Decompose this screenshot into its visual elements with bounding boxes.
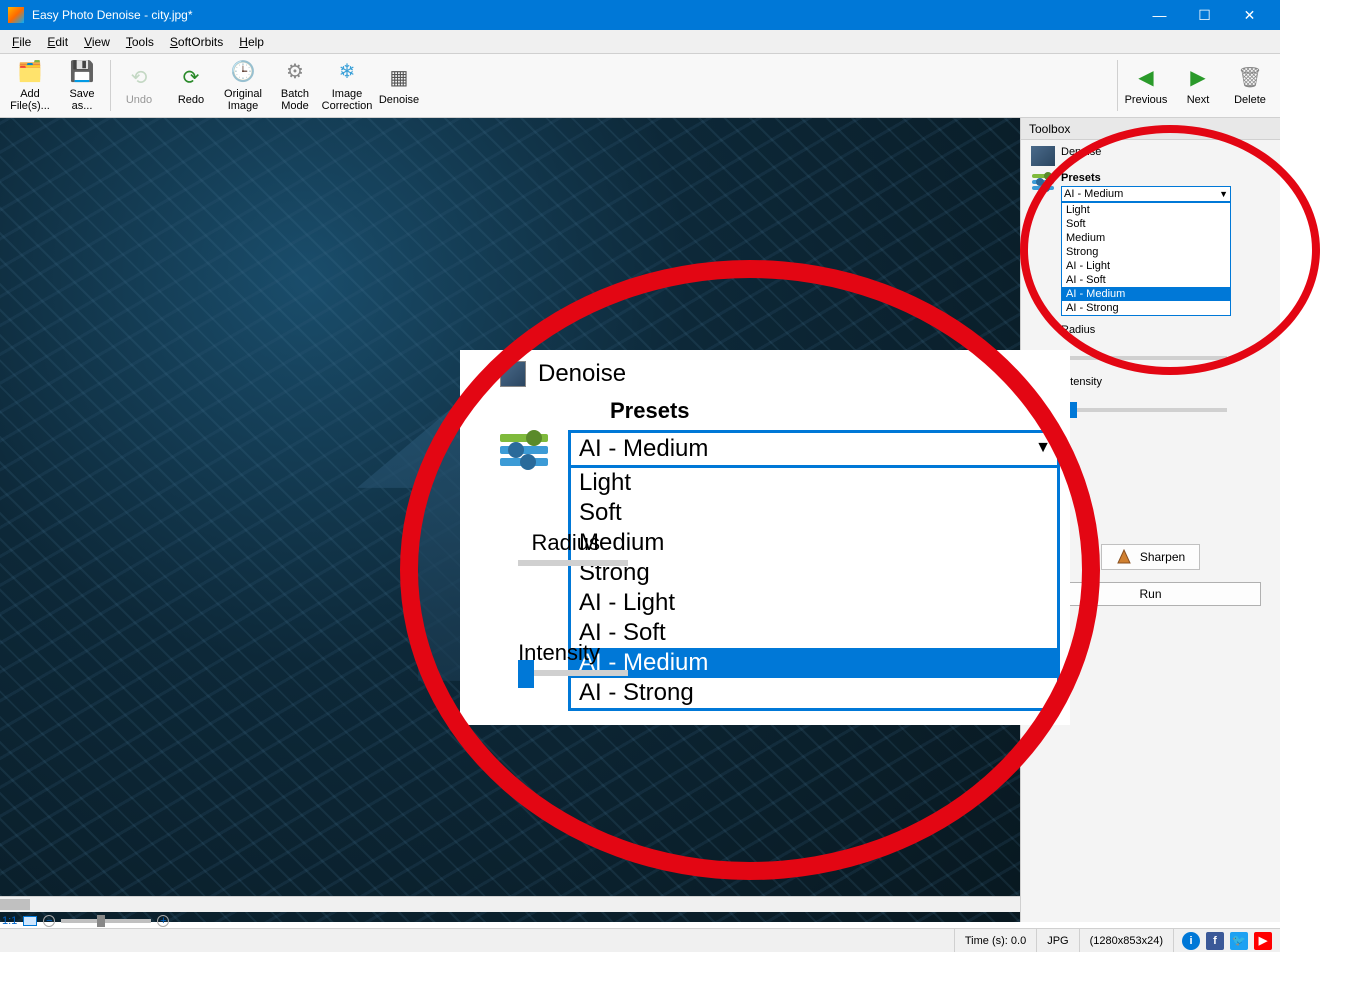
previous-button[interactable]: ◀Previous — [1120, 56, 1172, 115]
sharpen-button[interactable]: Sharpen — [1101, 544, 1200, 570]
next-icon: ▶ — [1184, 64, 1212, 92]
next-button[interactable]: ▶Next — [1172, 56, 1224, 115]
presets-select[interactable]: AI - Medium ▼ — [568, 430, 1060, 468]
sharpen-icon — [1116, 549, 1132, 565]
presets-label: Presets — [1061, 172, 1231, 184]
presets-icon — [500, 430, 550, 470]
preset-option[interactable]: Strong — [1062, 245, 1230, 259]
preset-option[interactable]: Light — [571, 468, 1057, 498]
chevron-down-icon: ▼ — [1219, 189, 1228, 199]
radius-slider[interactable] — [1067, 356, 1227, 360]
save-as-button[interactable]: 💾Save as... — [56, 56, 108, 115]
zoom-bar: 1:1 − + — [2, 914, 169, 928]
batch-icon: ⚙ — [281, 59, 309, 86]
presets-dropdown[interactable]: Light Soft Medium Strong AI - Light AI -… — [568, 468, 1060, 711]
twitter-icon[interactable]: 🐦 — [1230, 932, 1248, 950]
maximize-button[interactable]: ☐ — [1182, 0, 1227, 30]
info-icon[interactable]: i — [1182, 932, 1200, 950]
radius-label: Radius — [500, 530, 600, 556]
preset-option[interactable]: AI - Light — [1062, 259, 1230, 273]
menu-view[interactable]: View — [76, 33, 118, 51]
zoom-in-button[interactable]: + — [157, 915, 169, 927]
preset-option[interactable]: Soft — [571, 498, 1057, 528]
denoise-button[interactable]: ▦Denoise — [373, 56, 425, 115]
social-links: i f 🐦 ▶ — [1173, 929, 1280, 952]
radius-slider[interactable] — [518, 560, 628, 566]
zoom-out-button[interactable]: − — [43, 915, 55, 927]
previous-icon: ◀ — [1132, 64, 1160, 92]
zoom-ratio[interactable]: 1:1 — [2, 915, 17, 927]
menu-bar: File Edit View Tools SoftOrbits Help — [0, 30, 1280, 54]
menu-softorbits[interactable]: SoftOrbits — [162, 33, 231, 51]
original-image-button[interactable]: 🕒Original Image — [217, 56, 269, 115]
toolbar-separator — [1117, 60, 1118, 111]
denoise-section-label: Denoise — [538, 360, 626, 388]
close-button[interactable]: ✕ — [1227, 0, 1272, 30]
image-correction-button[interactable]: ❄Image Correction — [321, 56, 373, 115]
denoise-section-icon — [1031, 146, 1055, 166]
preset-option-selected[interactable]: AI - Medium — [1062, 287, 1230, 301]
preset-option-selected[interactable]: AI - Medium — [571, 648, 1057, 678]
intensity-label: Intensity — [500, 640, 600, 666]
app-icon — [8, 7, 24, 23]
denoise-section-icon — [500, 361, 526, 387]
add-files-icon: 🗂️ — [16, 59, 44, 86]
toolbar: 🗂️Add File(s)... 💾Save as... ⟲Undo ⟳Redo… — [0, 54, 1280, 118]
run-button[interactable]: Run — [1041, 582, 1261, 606]
zoom-slider[interactable] — [61, 919, 151, 923]
toolbox-header: Toolbox — [1021, 118, 1280, 140]
denoise-icon: ▦ — [385, 64, 413, 92]
youtube-icon[interactable]: ▶ — [1254, 932, 1272, 950]
add-files-button[interactable]: 🗂️Add File(s)... — [4, 56, 56, 115]
preset-option[interactable]: AI - Soft — [571, 618, 1057, 648]
chevron-down-icon: ▼ — [1035, 439, 1051, 457]
undo-icon: ⟲ — [125, 64, 153, 92]
menu-tools[interactable]: Tools — [118, 33, 162, 51]
preset-option[interactable]: AI - Light — [571, 588, 1057, 618]
horizontal-scrollbar[interactable] — [0, 896, 1020, 912]
preset-option[interactable]: Medium — [571, 528, 1057, 558]
toolbar-separator — [110, 60, 111, 111]
preset-option[interactable]: Light — [1062, 203, 1230, 217]
status-dimensions: (1280x853x24) — [1079, 929, 1173, 952]
presets-icon — [1031, 172, 1055, 192]
intensity-slider[interactable] — [1067, 408, 1227, 412]
menu-file[interactable]: File — [4, 33, 39, 51]
batch-mode-button[interactable]: ⚙Batch Mode — [269, 56, 321, 115]
redo-button[interactable]: ⟳Redo — [165, 56, 217, 115]
undo-button[interactable]: ⟲Undo — [113, 56, 165, 115]
minimize-button[interactable]: — — [1137, 0, 1182, 30]
menu-help[interactable]: Help — [231, 33, 272, 51]
preset-option[interactable]: AI - Strong — [571, 678, 1057, 708]
correction-icon: ❄ — [333, 59, 361, 86]
status-time: Time (s): 0.0 — [954, 929, 1036, 952]
presets-label: Presets — [610, 398, 1060, 424]
presets-select[interactable]: AI - Medium ▼ — [1061, 186, 1231, 202]
menu-edit[interactable]: Edit — [39, 33, 76, 51]
status-bar: Time (s): 0.0 JPG (1280x853x24) i f 🐦 ▶ — [0, 928, 1280, 952]
title-bar: Easy Photo Denoise - city.jpg* — ☐ ✕ — [0, 0, 1280, 30]
radius-label: Radius — [1061, 324, 1095, 336]
save-icon: 💾 — [68, 59, 96, 86]
delete-button[interactable]: 🗑Delete — [1224, 56, 1276, 115]
preset-option[interactable]: Soft — [1062, 217, 1230, 231]
preset-option[interactable]: Strong — [571, 558, 1057, 588]
preset-option[interactable]: AI - Strong — [1062, 301, 1230, 315]
presets-dropdown[interactable]: Light Soft Medium Strong AI - Light AI -… — [1061, 202, 1231, 316]
window-title: Easy Photo Denoise - city.jpg* — [32, 8, 1137, 22]
original-image-icon: 🕒 — [229, 59, 257, 86]
fit-screen-icon[interactable] — [23, 916, 37, 926]
status-format: JPG — [1036, 929, 1078, 952]
denoise-section-label: Denoise — [1061, 146, 1101, 158]
intensity-slider[interactable] — [518, 670, 628, 676]
preset-option[interactable]: Medium — [1062, 231, 1230, 245]
delete-icon: 🗑 — [1236, 64, 1264, 92]
facebook-icon[interactable]: f — [1206, 932, 1224, 950]
magnified-presets-overlay: Denoise Presets AI - Medium ▼ Light Soft… — [460, 350, 1070, 725]
redo-icon: ⟳ — [177, 64, 205, 92]
preset-option[interactable]: AI - Soft — [1062, 273, 1230, 287]
